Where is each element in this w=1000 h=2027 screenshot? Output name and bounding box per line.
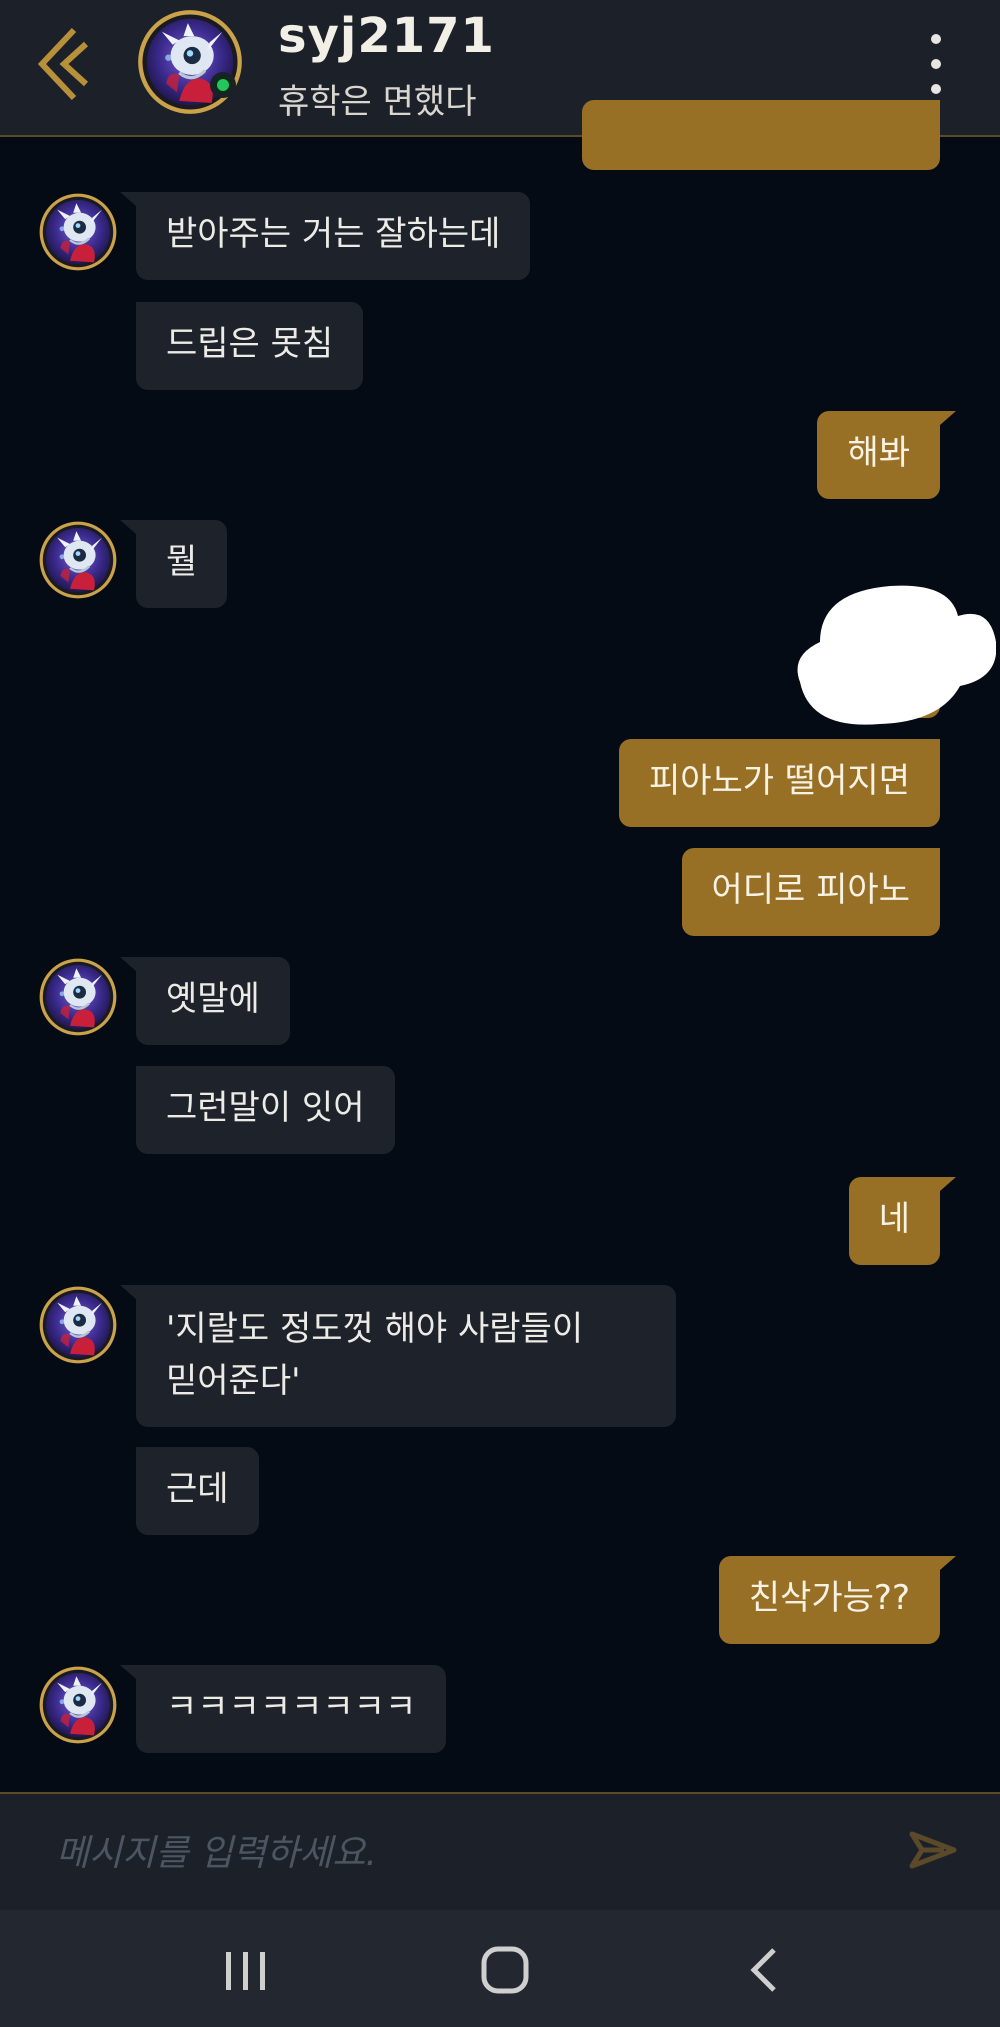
redaction-scribble bbox=[797, 585, 996, 725]
home-button[interactable] bbox=[470, 1942, 540, 1998]
chat-status-message: 휴학은 면했다 bbox=[278, 82, 477, 122]
sender-avatar[interactable] bbox=[38, 520, 118, 600]
message-bubble-out: 어디로 피아노 bbox=[681, 848, 940, 936]
send-icon bbox=[909, 1831, 957, 1869]
message-line: 믿어준다' bbox=[166, 1361, 301, 1401]
message-bubble-in: '지랄도 정도껏 해야 사람들이 믿어준다' bbox=[120, 1285, 676, 1427]
back-button[interactable] bbox=[30, 22, 100, 106]
message-input-bar bbox=[0, 1792, 1000, 1910]
message-bubble-out: 친삭가능?? bbox=[718, 1556, 957, 1644]
chat-username: syj2171 bbox=[278, 8, 495, 64]
recent-apps-button[interactable] bbox=[210, 1942, 280, 1998]
message-bubble-in: 받아주는 거는 잘하는데 bbox=[119, 192, 531, 280]
system-navigation-bar bbox=[0, 1910, 1000, 2027]
message-bubble-in: ㅋㅋㅋㅋㅋㅋㅋㅋ bbox=[119, 1665, 447, 1753]
message-line: '지랄도 정도껏 해야 사람들이 bbox=[166, 1309, 584, 1349]
message-bubble-out: 네 bbox=[848, 1177, 957, 1265]
sender-avatar[interactable] bbox=[38, 1285, 118, 1365]
message-bubble-in: 드립은 못침 bbox=[136, 302, 364, 390]
message-bubble-in: 뭘 bbox=[119, 520, 228, 608]
sender-avatar[interactable] bbox=[38, 1665, 118, 1745]
chevron-left-icon bbox=[37, 27, 89, 101]
message-bubble-out: 피아노가 떨어지면 bbox=[618, 739, 940, 827]
message-bubble-out: 해봐 bbox=[817, 411, 956, 499]
sender-avatar[interactable] bbox=[38, 192, 118, 272]
profile-avatar[interactable] bbox=[136, 8, 244, 116]
send-button[interactable] bbox=[904, 1820, 964, 1880]
nav-back-button[interactable] bbox=[730, 1942, 800, 1998]
message-bubble-in: 근데 bbox=[136, 1447, 259, 1535]
online-status-indicator bbox=[210, 72, 236, 98]
message-bubble-in: 옛말에 bbox=[120, 957, 290, 1045]
sender-avatar[interactable] bbox=[38, 957, 118, 1037]
message-bubble-out bbox=[582, 100, 940, 170]
recent-apps-icon bbox=[226, 1952, 265, 1990]
home-icon bbox=[481, 1946, 529, 1994]
more-vertical-icon[interactable] bbox=[916, 34, 956, 94]
back-icon bbox=[750, 1948, 776, 1992]
message-input[interactable] bbox=[54, 1818, 878, 1888]
message-bubble-in: 그런말이 잇어 bbox=[136, 1066, 395, 1154]
